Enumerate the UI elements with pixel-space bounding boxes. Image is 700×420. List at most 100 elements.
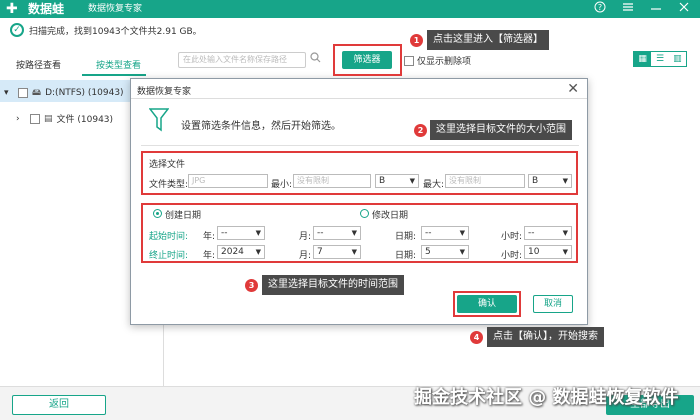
start-hour-select[interactable]: -- ▼	[524, 226, 572, 240]
start-month-value: --	[317, 228, 324, 238]
menu-icon[interactable]	[620, 1, 636, 17]
start-hour-value: --	[528, 228, 535, 238]
dialog-titlebar: 数据恢复专家 ✕	[131, 79, 587, 99]
close-icon[interactable]: ✕	[567, 80, 579, 98]
step-4-callout: 点击【确认】，开始搜索	[487, 327, 604, 347]
end-month-label: 月:	[299, 251, 312, 261]
close-icon[interactable]	[676, 1, 692, 17]
chevron-down-icon: ▼	[409, 177, 415, 185]
check-circle-icon: ✓	[10, 23, 24, 37]
end-month-select[interactable]: 7 ▼	[313, 245, 361, 259]
step-2-badge: 2	[414, 124, 427, 137]
created-date-label: 创建日期	[165, 211, 202, 221]
end-day-value: 5	[425, 247, 431, 257]
file-section-title: 选择文件	[149, 160, 186, 170]
max-size-label: 最大:	[423, 180, 445, 190]
min-size-label: 最小:	[271, 180, 293, 190]
start-month-select[interactable]: -- ▼	[313, 226, 361, 240]
app-logo-icon: ✚	[6, 1, 18, 17]
start-year-label: 年:	[203, 232, 216, 242]
scan-status-text: 扫描完成，找到10943个文件共2.91 GB。	[29, 26, 202, 37]
start-day-select[interactable]: -- ▼	[421, 226, 469, 240]
max-unit-value: B	[532, 176, 539, 186]
step-1-callout: 点击这里进入【筛选器】	[427, 30, 549, 50]
only-deleted-toggle[interactable]: 仅显示删除项	[404, 54, 471, 67]
end-hour-label: 小时:	[501, 251, 523, 261]
step-3-callout: 这里选择目标文件的时间范围	[262, 275, 404, 295]
min-unit-select[interactable]: B ▼	[375, 174, 419, 188]
end-time-label: 终止时间:	[149, 251, 189, 261]
folder-checkbox[interactable]	[30, 113, 40, 124]
end-hour-value: 10	[528, 247, 540, 257]
max-size-input[interactable]: 没有限制	[445, 174, 525, 188]
drive-checkbox[interactable]	[18, 88, 28, 98]
end-hour-select[interactable]: 10 ▼	[524, 245, 572, 259]
chevron-down-icon[interactable]: ▾	[4, 88, 14, 98]
help-icon[interactable]: ?	[592, 1, 608, 17]
detail-view-icon[interactable]: ▥	[669, 52, 686, 66]
chevron-down-icon: ▼	[351, 229, 357, 237]
watermark: 掘金技术社区 @ 数据蛙恢复软件	[414, 387, 679, 408]
app-subtitle: 数据恢复专家	[88, 4, 143, 14]
chevron-down-icon: ▼	[351, 248, 357, 256]
max-unit-select[interactable]: B ▼	[528, 174, 572, 188]
end-year-value: 2024	[221, 247, 244, 257]
end-year-label: 年:	[203, 251, 216, 261]
app-name: 数据蛙	[28, 2, 65, 16]
drive-label: D:(NTFS) (10943)	[45, 88, 124, 98]
end-month-value: 7	[317, 247, 323, 257]
minimize-icon[interactable]	[648, 1, 664, 17]
min-unit-value: B	[379, 176, 386, 186]
title-bar: ✚ 数据蛙 数据恢复专家 ?	[0, 0, 700, 18]
drive-icon: 🖴	[32, 88, 42, 98]
chevron-down-icon: ▼	[255, 229, 261, 237]
search-input[interactable]: 在此处输入文件名称保存路径	[178, 52, 306, 68]
start-hour-label: 小时:	[501, 232, 523, 242]
tree-item-drive[interactable]: ▾ 🖴 D:(NTFS) (10943)	[4, 85, 124, 101]
end-day-label: 日期:	[395, 251, 417, 261]
file-type-input[interactable]: JPG	[188, 174, 268, 188]
only-deleted-label: 仅显示删除项	[417, 57, 472, 67]
start-month-label: 月:	[299, 232, 312, 242]
confirm-button[interactable]: 确认	[457, 295, 517, 313]
chevron-down-icon: ▼	[255, 248, 261, 256]
chevron-down-icon: ▼	[562, 229, 568, 237]
dialog-title: 数据恢复专家	[137, 87, 192, 97]
step-1-badge: 1	[410, 34, 423, 47]
funnel-icon	[149, 108, 169, 132]
cancel-button[interactable]: 取消	[533, 295, 573, 313]
search-icon[interactable]	[310, 52, 324, 68]
scan-status: ✓ 扫描完成，找到10943个文件共2.91 GB。	[10, 22, 202, 38]
list-view-icon[interactable]: ☰	[651, 52, 668, 66]
modified-date-radio[interactable]	[360, 209, 369, 218]
step-4-badge: 4	[470, 331, 483, 344]
start-day-value: --	[425, 228, 432, 238]
end-year-select[interactable]: 2024 ▼	[217, 245, 265, 259]
modified-date-label: 修改日期	[372, 211, 409, 221]
active-tab-indicator	[82, 74, 146, 76]
file-icon: ▤	[44, 113, 53, 124]
tree-item-folder[interactable]: › ▤ 文件 (10943)	[16, 112, 113, 125]
min-size-input[interactable]: 没有限制	[293, 174, 371, 188]
step-3-badge: 3	[245, 279, 258, 292]
tab-by-type[interactable]: 按类型查看	[96, 58, 141, 71]
dialog-info: 设置筛选条件信息，然后开始筛选。	[181, 121, 341, 132]
chevron-down-icon: ▼	[562, 248, 568, 256]
grid-view-icon[interactable]: ▦	[634, 52, 652, 66]
start-year-value: --	[221, 228, 228, 238]
tab-by-path[interactable]: 按路径查看	[16, 58, 61, 71]
chevron-down-icon: ▼	[459, 248, 465, 256]
back-button[interactable]: 返回	[12, 395, 106, 415]
folder-label: 文件 (10943)	[56, 115, 114, 125]
end-day-select[interactable]: 5 ▼	[421, 245, 469, 259]
view-mode-toggle: ▦ ☰ ▥	[633, 51, 687, 67]
start-day-label: 日期:	[395, 232, 417, 242]
start-time-label: 起始时间:	[149, 232, 189, 242]
dialog-separator	[141, 145, 579, 146]
only-deleted-checkbox[interactable]	[404, 55, 414, 66]
created-date-radio[interactable]	[153, 209, 162, 218]
step-2-callout: 这里选择目标文件的大小范围	[430, 120, 572, 140]
chevron-right-icon[interactable]: ›	[16, 114, 26, 124]
start-year-select[interactable]: -- ▼	[217, 226, 265, 240]
file-type-label: 文件类型:	[149, 180, 189, 190]
